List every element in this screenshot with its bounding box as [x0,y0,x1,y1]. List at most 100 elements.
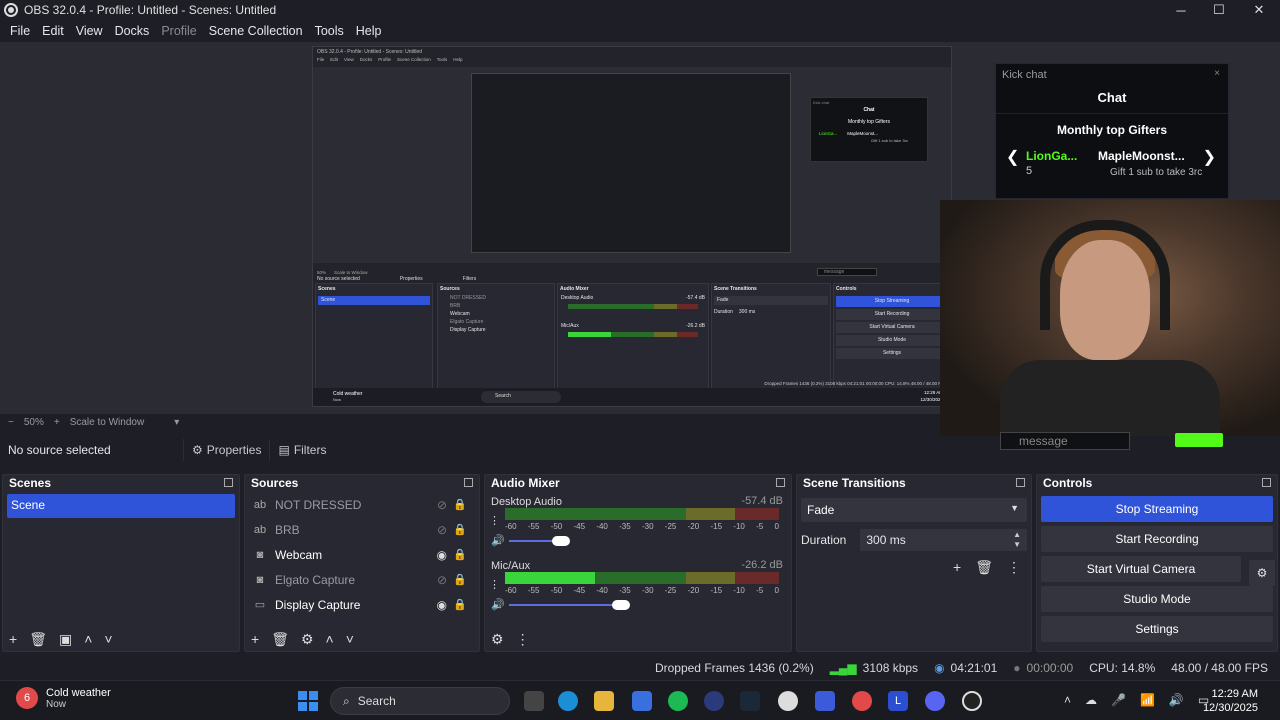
menu-profile[interactable]: Profile [155,24,202,38]
eye-icon[interactable]: ◉ [437,548,447,562]
wifi-icon[interactable]: 📶 [1140,693,1155,707]
lock-icon[interactable]: 🔒 [453,498,467,511]
filter-icon[interactable]: ▣ [59,631,72,648]
transition-select[interactable]: Fade ▼ [801,498,1027,522]
properties-button[interactable]: ⚙ Properties [183,439,269,461]
preview-canvas[interactable]: OBS 32.0.4 - Profile: Untitled - Scenes:… [0,42,1280,450]
kebab-icon[interactable]: ⋮ [489,514,500,527]
lock-icon[interactable]: 🔒 [453,573,467,586]
volume-slider[interactable] [509,604,621,606]
task-view-icon[interactable] [524,691,544,711]
meter-tick: -5 [756,586,764,595]
speaker-icon[interactable]: 🔊 [1169,693,1184,707]
settings-button[interactable]: Settings [1041,616,1273,642]
spotify-icon[interactable] [668,691,688,711]
source-item[interactable]: ◙ Elgato Capture ⊘ 🔒 [245,567,479,592]
eye-hidden-icon[interactable]: ⊘ [437,498,447,512]
discord-icon[interactable] [925,691,945,711]
chevron-up-icon[interactable]: ˄ [84,631,92,647]
kick-chat-header-label: Kick chat [1002,69,1047,81]
menu-edit[interactable]: Edit [36,24,70,38]
volume-thumb[interactable] [552,536,570,546]
chevron-up-icon[interactable]: ˄ [326,631,334,647]
taskbar-search[interactable]: ⌕ Search [330,687,510,715]
app-icon[interactable] [815,691,835,711]
menu-help[interactable]: Help [350,24,388,38]
steam-icon[interactable] [740,691,760,711]
lock-icon[interactable]: 🔒 [453,523,467,536]
chevron-right-icon[interactable]: ❯ [1203,147,1216,167]
menu-docks[interactable]: Docks [109,24,156,38]
menu-tools[interactable]: Tools [309,24,350,38]
windows-start-icon[interactable] [298,691,318,711]
gear-icon[interactable]: ⚙ [1249,560,1275,586]
stop-streaming-button[interactable]: Stop Streaming [1041,496,1273,522]
gear-icon[interactable]: ⚙ [491,631,504,648]
float-icon[interactable] [464,478,473,487]
folder-icon[interactable] [594,691,614,711]
duration-input[interactable]: 300 ms ▲ ▼ [860,529,1027,551]
menu-file[interactable]: File [4,24,36,38]
menu-scene-collection[interactable]: Scene Collection [203,24,309,38]
source-item[interactable]: ◙ Webcam ◉ 🔒 [245,542,479,567]
app-icon[interactable] [778,691,798,711]
gear-icon[interactable]: ⚙ [301,631,314,648]
spin-icon[interactable]: ▲ ▼ [1013,530,1021,550]
source-item[interactable]: ab BRB ⊘ 🔒 [245,517,479,542]
nested-duration: Duration 300 ms [712,307,830,317]
lunar-icon[interactable]: L [888,691,908,711]
start-recording-button[interactable]: Start Recording [1041,526,1273,552]
close-button[interactable]: ✕ [1240,0,1278,20]
menu-view[interactable]: View [70,24,109,38]
source-item[interactable]: ▭ Display Capture ◉ 🔒 [245,592,479,617]
add-icon[interactable]: + [953,559,961,576]
trash-icon[interactable]: 🗑 [975,559,993,576]
chevron-down-icon[interactable]: ˅ [104,631,112,647]
eye-icon[interactable]: ◉ [437,598,447,612]
chevron-up-icon[interactable]: ˄ [1064,693,1071,707]
sources-title: Sources [245,475,479,492]
source-item[interactable]: ab NOT DRESSED ⊘ 🔒 [245,492,479,517]
eye-hidden-icon[interactable]: ⊘ [437,573,447,587]
gifter1-name: LionGa... [1026,149,1078,163]
float-icon[interactable] [1016,478,1025,487]
lock-icon[interactable]: 🔒 [453,598,467,611]
float-icon[interactable] [1262,478,1271,487]
store-icon[interactable] [632,691,652,711]
kebab-icon[interactable]: ⋮ [516,631,530,648]
mic-icon[interactable]: 🎤 [1111,693,1126,707]
speaker-icon[interactable]: 🔊 [491,534,505,547]
chevron-left-icon[interactable]: ❮ [1006,147,1019,167]
cloud-icon[interactable]: ☁ [1085,693,1097,707]
video-icon[interactable] [704,691,724,711]
close-icon[interactable]: × [1214,68,1220,79]
eye-hidden-icon[interactable]: ⊘ [437,523,447,537]
scale-dropdown-icon[interactable]: ▾ [174,417,179,428]
edge-icon[interactable] [558,691,578,711]
float-icon[interactable] [224,478,233,487]
kebab-icon[interactable]: ⋮ [489,578,500,591]
scene-item[interactable]: Scene [7,494,235,518]
chrome-icon[interactable] [852,691,872,711]
studio-mode-button[interactable]: Studio Mode [1041,586,1273,612]
filters-button[interactable]: ▤ Filters [269,439,334,461]
lock-icon[interactable]: 🔒 [453,548,467,561]
weather-widget[interactable]: 6 Cold weather Now [16,687,111,710]
zoom-in-button[interactable]: + [54,417,60,428]
clock[interactable]: 12:29 AM 12/30/2025 [1203,687,1258,715]
speaker-icon[interactable]: 🔊 [491,598,505,611]
add-icon[interactable]: + [251,631,259,647]
obs-icon[interactable] [962,691,982,711]
trash-icon[interactable]: 🗑 [29,631,47,648]
maximize-button[interactable]: ☐ [1200,0,1238,20]
trash-icon[interactable]: 🗑 [271,631,289,648]
scale-to-window[interactable]: Scale to Window [70,417,144,428]
minimize-button[interactable]: ─ [1162,0,1200,20]
add-icon[interactable]: + [9,631,17,647]
volume-thumb[interactable] [612,600,630,610]
float-icon[interactable] [776,478,785,487]
kebab-icon[interactable]: ⋮ [1007,559,1021,576]
chevron-down-icon[interactable]: ˅ [346,631,354,647]
zoom-out-button[interactable]: − [8,417,14,428]
start-virtual-camera-button[interactable]: Start Virtual Camera [1041,556,1241,582]
